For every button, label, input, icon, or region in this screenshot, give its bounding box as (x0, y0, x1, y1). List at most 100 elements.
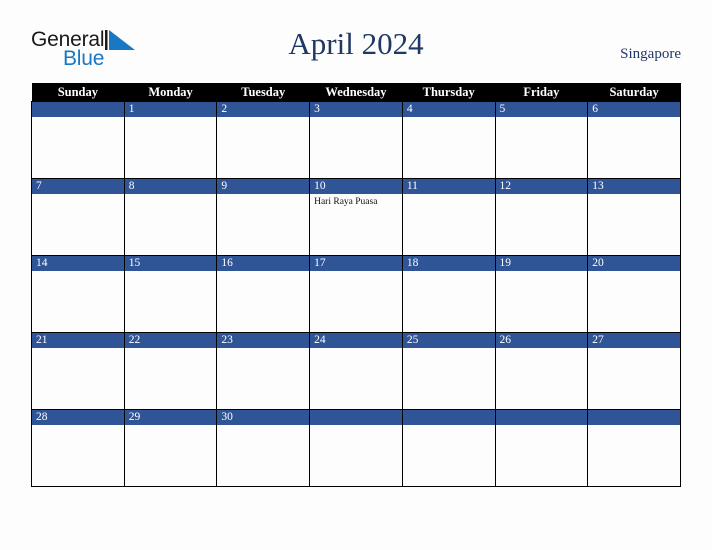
day-cell-inner: 2 (217, 102, 310, 178)
calendar-day-cell[interactable]: 18 (401, 255, 496, 333)
day-cell-inner: 13 (588, 179, 680, 255)
day-number: 14 (32, 256, 124, 271)
day-cell-inner (588, 410, 680, 486)
day-cell-inner: 12 (495, 179, 588, 255)
weekday-header-wednesday: Wednesday (309, 83, 403, 102)
calendar-day-cell[interactable]: 14 (31, 255, 125, 333)
day-cell-inner: 24 (310, 333, 402, 409)
day-cell-inner: 8 (124, 179, 217, 255)
calendar-day-cell[interactable]: 7 (31, 178, 125, 256)
day-number: 3 (310, 102, 402, 117)
calendar-day-cell[interactable] (401, 409, 496, 487)
calendar-day-cell[interactable]: 30 (216, 409, 311, 487)
day-number: 25 (402, 333, 495, 348)
day-number: 1 (124, 102, 217, 117)
calendar-day-cell[interactable]: 29 (123, 409, 218, 487)
day-cell-inner: 27 (588, 333, 680, 409)
calendar-day-cell[interactable]: 6 (587, 101, 681, 179)
day-number (588, 410, 680, 425)
day-number: 26 (495, 333, 588, 348)
page-title: April 2024 (288, 26, 424, 61)
day-cell-inner: 30 (217, 410, 310, 486)
day-number: 4 (402, 102, 495, 117)
calendar-day-cell[interactable]: 12 (494, 178, 589, 256)
day-cell-inner: 3 (310, 102, 402, 178)
day-cell-inner (495, 410, 588, 486)
weekday-header-thursday: Thursday (402, 83, 496, 102)
calendar-day-cell[interactable]: 22 (123, 332, 218, 410)
calendar-week-row: 14 15 16 17 18 19 20 (31, 255, 681, 333)
calendar-day-cell[interactable]: 4 (401, 101, 496, 179)
day-cell-inner: 1 (124, 102, 217, 178)
day-cell-inner: 5 (495, 102, 588, 178)
day-number: 23 (217, 333, 310, 348)
weekday-header-friday: Friday (495, 83, 588, 102)
day-cell-inner (310, 410, 402, 486)
calendar-day-cell[interactable] (31, 101, 125, 179)
calendar-day-cell[interactable] (587, 409, 681, 487)
calendar-day-cell[interactable]: 15 (123, 255, 218, 333)
day-cell-inner: 29 (124, 410, 217, 486)
calendar-day-cell[interactable]: 21 (31, 332, 125, 410)
day-number: 15 (124, 256, 217, 271)
day-number: 6 (588, 102, 680, 117)
day-cell-inner: 10 Hari Raya Puasa (310, 179, 402, 255)
day-cell-inner (402, 410, 495, 486)
day-cell-inner: 17 (310, 256, 402, 332)
calendar-day-cell[interactable]: 16 (216, 255, 311, 333)
day-number: 5 (495, 102, 588, 117)
calendar-day-cell[interactable]: 11 (401, 178, 496, 256)
day-cell-inner (32, 102, 124, 178)
day-number: 19 (495, 256, 588, 271)
calendar-day-cell[interactable]: 20 (587, 255, 681, 333)
calendar-day-cell[interactable]: 8 (123, 178, 218, 256)
day-cell-inner: 18 (402, 256, 495, 332)
day-number: 18 (402, 256, 495, 271)
country-label: Singapore (620, 46, 681, 62)
day-number (495, 410, 588, 425)
calendar-week-row: 21 22 23 24 25 26 27 (31, 332, 681, 410)
calendar-day-cell[interactable]: 1 (123, 101, 218, 179)
weekday-header-saturday: Saturday (587, 83, 681, 102)
calendar-day-cell[interactable]: 9 (216, 178, 311, 256)
day-number: 16 (217, 256, 310, 271)
calendar-day-cell[interactable]: 27 (587, 332, 681, 410)
day-number: 7 (32, 179, 124, 194)
calendar-header-row: Sunday Monday Tuesday Wednesday Thursday… (31, 83, 681, 102)
weekday-header-tuesday: Tuesday (216, 83, 310, 102)
day-number: 21 (32, 333, 124, 348)
calendar-day-cell[interactable]: 19 (494, 255, 589, 333)
calendar-day-cell[interactable]: 2 (216, 101, 311, 179)
day-cell-inner: 23 (217, 333, 310, 409)
day-number: 12 (495, 179, 588, 194)
day-number: 13 (588, 179, 680, 194)
calendar-day-cell[interactable]: 3 (309, 101, 403, 179)
day-cell-inner: 25 (402, 333, 495, 409)
calendar-day-cell[interactable]: 23 (216, 332, 311, 410)
day-number: 17 (310, 256, 402, 271)
day-number: 20 (588, 256, 680, 271)
day-number: 30 (217, 410, 310, 425)
day-number: 22 (124, 333, 217, 348)
calendar-day-cell[interactable]: 24 (309, 332, 403, 410)
calendar-day-cell[interactable] (309, 409, 403, 487)
calendar-day-cell[interactable]: 13 (587, 178, 681, 256)
calendar-day-cell[interactable]: 26 (494, 332, 589, 410)
calendar-day-cell[interactable]: 10 Hari Raya Puasa (309, 178, 403, 256)
day-number: 24 (310, 333, 402, 348)
calendar-week-row: 7 8 9 10 Hari Raya Puasa 11 12 13 (31, 178, 681, 256)
day-number: 28 (32, 410, 124, 425)
calendar-day-cell[interactable]: 5 (494, 101, 589, 179)
day-cell-inner: 16 (217, 256, 310, 332)
calendar-day-cell[interactable]: 25 (401, 332, 496, 410)
calendar-week-row: 123456 (31, 101, 681, 179)
calendar-day-cell[interactable]: 17 (309, 255, 403, 333)
page-header: General Blue April 2024 Singapore (0, 0, 712, 83)
calendar-day-cell[interactable]: 28 (31, 409, 125, 487)
day-cell-inner: 21 (32, 333, 124, 409)
calendar-day-cell[interactable] (494, 409, 589, 487)
day-number: 27 (588, 333, 680, 348)
day-number: 2 (217, 102, 310, 117)
weekday-header-sunday: Sunday (31, 83, 125, 102)
day-cell-inner: 20 (588, 256, 680, 332)
